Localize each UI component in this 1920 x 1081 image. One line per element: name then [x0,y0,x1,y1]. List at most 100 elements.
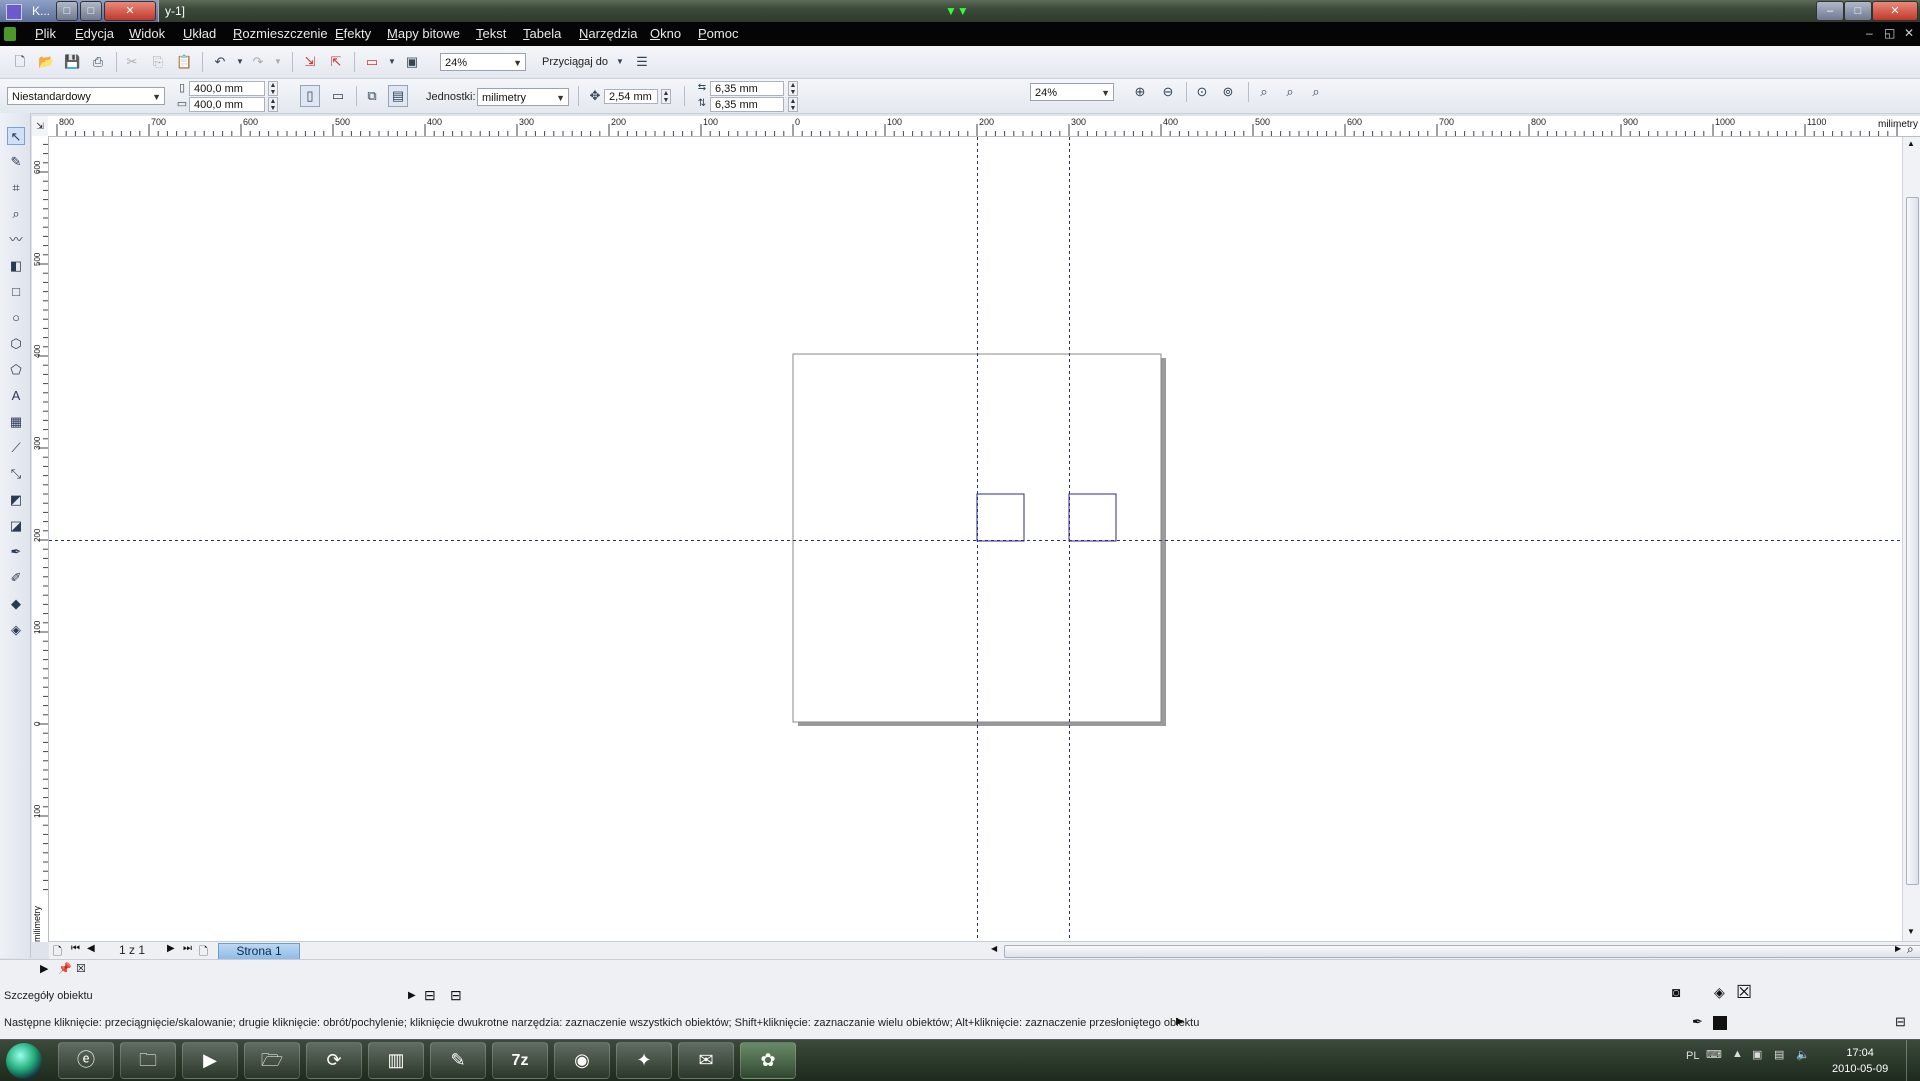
dimension-tool-icon[interactable]: ⟋ [7,439,25,457]
fill-tool-icon[interactable]: ◆ [7,595,25,613]
undo-icon[interactable]: ↶ [212,54,228,70]
duplicate-x-spinner[interactable]: ▲ ▼ [788,81,798,96]
taskbar-media-icon[interactable]: ▶ [182,1042,238,1079]
paper-preset-combo[interactable]: Niestandardowy ▼ [7,87,165,105]
scroll-right-icon[interactable]: ▶ [1895,944,1901,953]
fill-indicator-icon[interactable]: ◈ [1714,984,1725,1001]
cut-icon[interactable]: ✂ [124,54,140,70]
scroll-left-icon[interactable]: ◀ [991,944,997,953]
portrait-button[interactable]: ▯ [300,85,320,107]
page-height-spinner[interactable]: ▲ ▼ [268,97,278,112]
zoom-level-combo[interactable]: 24% ▼ [1030,83,1114,101]
outline-tool-icon[interactable]: ✐ [7,569,25,587]
zoom-in-icon[interactable]: ⊕ [1132,84,1148,100]
taskbar-sync-icon[interactable]: ⟳ [306,1042,362,1079]
import-icon[interactable]: ⇲ [302,54,318,70]
app-menu-icon[interactable] [4,27,16,41]
taskbar-pen-icon[interactable]: ✎ [430,1042,486,1079]
nudge-spinner[interactable]: ▲ ▼ [661,89,671,104]
save-icon[interactable]: 💾 [64,54,80,70]
doc-minimize-icon[interactable]: – [1866,26,1873,40]
page-height-field[interactable]: 400,0 mm [189,97,265,112]
system-clock[interactable]: 17:04 2010-05-09 [1832,1045,1888,1077]
start-button[interactable] [6,1043,42,1079]
close-button[interactable]: ✕ [1872,1,1918,21]
copy-icon[interactable]: ⎘ [150,54,166,70]
taskbar-7zip-icon[interactable]: 7z [492,1042,548,1079]
snap-dropdown-icon[interactable]: ▼ [612,54,628,70]
status-more-icon[interactable]: ▶ [1176,1016,1184,1027]
redo-icon[interactable]: ↷ [250,54,266,70]
vertical-ruler[interactable]: 600 500 400 300 200 100 0 100 milimetry [32,136,49,942]
pick-tool-icon[interactable]: ↖ [7,127,25,145]
maximize-button[interactable]: □ [1844,1,1872,21]
print-icon[interactable]: ⎙ [90,54,106,70]
nudge-field[interactable]: 2,54 mm [604,89,658,104]
table-tool-icon[interactable]: ▦ [7,413,25,431]
first-page-icon[interactable]: ⏮ [71,943,80,954]
close-panel-icon[interactable]: ☒ [76,962,86,975]
prev-page-icon[interactable]: ◀ [87,943,95,954]
landscape-icon[interactable]: ▭ [330,88,346,104]
zoom-tool-icon[interactable]: ⌕ [7,205,25,223]
snap-to-label[interactable]: Przyciągaj do [542,56,608,68]
smart-fill-tool-icon[interactable]: ◧ [7,257,25,275]
options-icon[interactable]: ☰ [634,54,650,70]
minimize-button[interactable]: – [1816,1,1844,21]
tray-device-icon[interactable]: ▣ [1752,1048,1762,1061]
status-options-icon[interactable]: ⊟ [424,987,436,1004]
page-width-field[interactable]: 400,0 mm [189,81,265,96]
scroll-up-icon[interactable]: ▲ [1907,139,1915,148]
show-hidden-icons[interactable]: ▲ [1732,1048,1743,1060]
menu-tekst[interactable]: Tekst [476,26,506,41]
interactive-fill-tool-icon[interactable]: ◈ [7,621,25,639]
volume-icon[interactable]: 🔈 [1796,1048,1810,1061]
zoom-all-objects-icon[interactable]: ⊚ [1220,84,1236,100]
undo-dropdown-icon[interactable]: ▼ [232,54,248,70]
ruler-origin[interactable]: ⇲ [32,116,49,137]
navigator-zoom-icon[interactable]: ⌕ [1907,942,1914,957]
duplicate-y-field[interactable]: 6,35 mm [710,97,784,112]
status-corner-icon[interactable]: ⊟ [1895,1014,1906,1030]
zoom-page-width-icon[interactable]: ⌕ [1282,84,1298,100]
menu-rozmieszczenie[interactable]: Rozmieszczenie [233,26,328,41]
keyboard-icon[interactable]: ⌨ [1706,1048,1722,1061]
polygon-tool-icon[interactable]: ⬡ [7,335,25,353]
page-tab-strona-1[interactable]: Strona 1 [218,943,300,960]
menu-mapy-bitowe[interactable]: Mapy bitowe [387,26,460,41]
color-proof-icon[interactable]: ◙ [1672,984,1680,1000]
launcher-dropdown-icon[interactable]: ▼ [384,54,400,70]
status-expand-icon[interactable]: ▶ [408,990,416,1001]
export-icon[interactable]: ⇱ [328,54,344,70]
show-desktop-button[interactable] [1906,1040,1920,1081]
taskbar-firefox-icon[interactable]: ◉ [554,1042,610,1079]
zoom-out-icon[interactable]: ⊖ [1160,84,1176,100]
taskbar-mail-icon[interactable]: ✉ [678,1042,734,1079]
last-page-icon[interactable]: ⏭ [183,943,192,954]
taskbar-acrobat-icon[interactable]: ✦ [616,1042,672,1079]
freehand-tool-icon[interactable]: 〰 [7,231,25,249]
zoom-page-height-icon[interactable]: ⌕ [1308,84,1324,100]
thumb-close-button[interactable]: ✕ [104,1,156,21]
units-combo[interactable]: milimetry ▼ [477,88,569,106]
current-page-button[interactable]: ▤ [388,85,408,107]
outline-color-swatch[interactable] [1713,1016,1727,1030]
taskbar-ie-icon[interactable]: ⓔ [58,1042,114,1079]
new-document-icon[interactable]: 🗋 [12,54,28,70]
rectangle-tool-icon[interactable]: □ [7,283,25,301]
open-icon[interactable]: 📂 [38,54,54,70]
menu-okno[interactable]: Okno [650,26,681,41]
horizontal-scroll-thumb[interactable] [1004,945,1920,958]
doc-restore-icon[interactable]: ◱ [1884,26,1895,40]
thumb-restore-button[interactable]: □ [56,1,78,21]
menu-efekty[interactable]: Efekty [335,26,371,41]
next-page-icon[interactable]: ▶ [167,943,175,954]
duplicate-x-field[interactable]: 6,35 mm [710,81,784,96]
page-width-spinner[interactable]: ▲ ▼ [268,81,278,96]
blend-tool-icon[interactable]: ◩ [7,491,25,509]
eyedropper-tool-icon[interactable]: ✒ [7,543,25,561]
scroll-down-icon[interactable]: ▼ [1907,927,1915,936]
menu-narzedzia[interactable]: Narzędzia [579,26,638,41]
drawing-canvas[interactable] [49,137,1902,941]
text-tool-icon[interactable]: A [7,387,25,405]
